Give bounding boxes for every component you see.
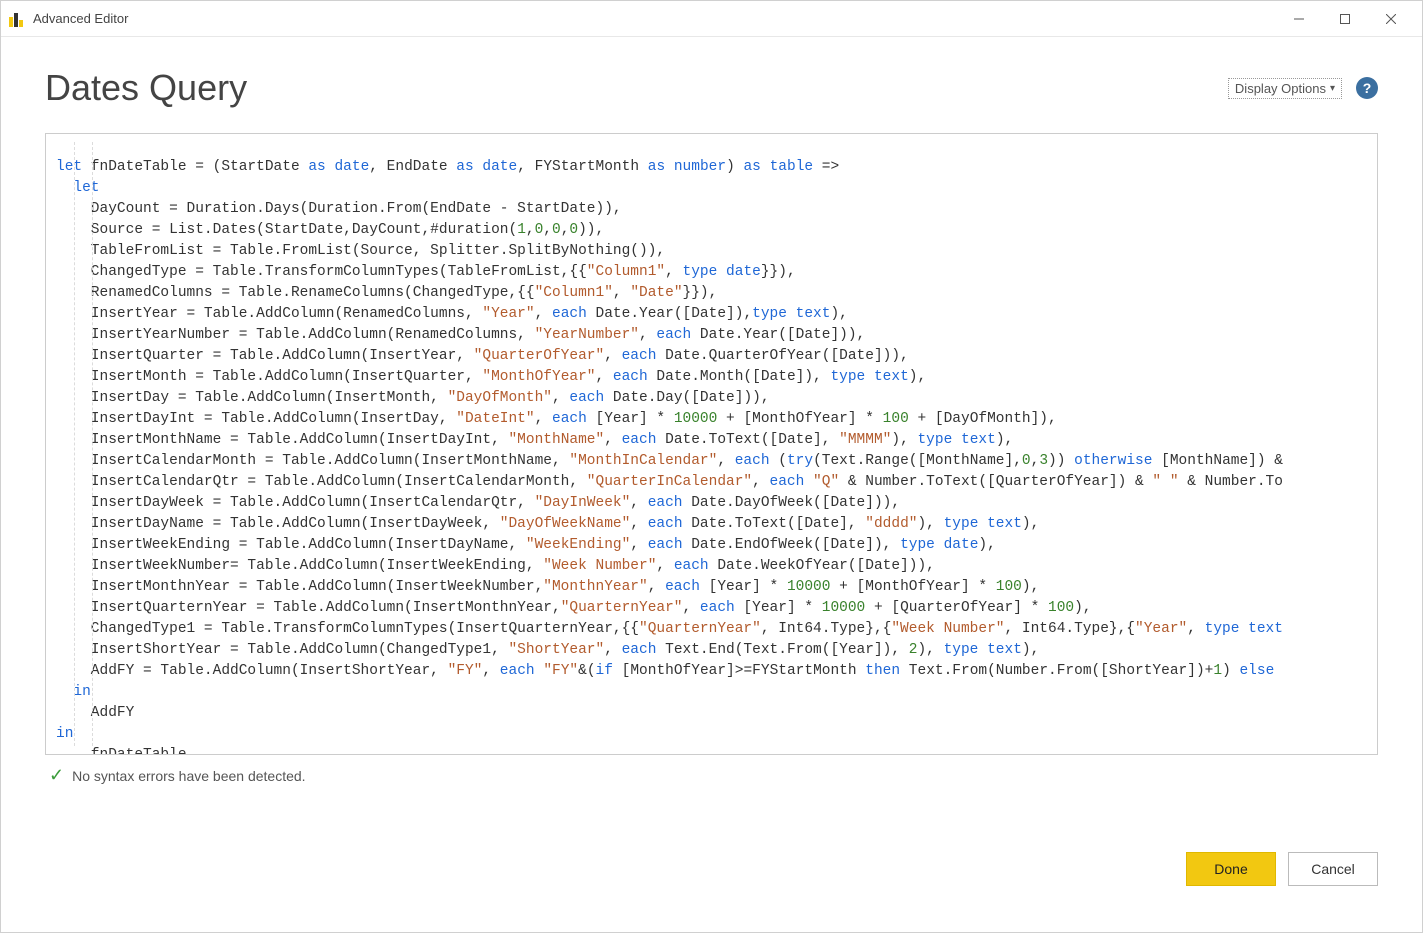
code-editor[interactable]: let fnDateTable = (StartDate as date, En… [46, 149, 1377, 756]
window-title: Advanced Editor [33, 11, 128, 26]
display-options-label: Display Options [1235, 81, 1326, 96]
help-icon: ? [1363, 80, 1372, 96]
maximize-icon [1340, 14, 1350, 24]
titlebar: Advanced Editor [1, 1, 1422, 37]
chevron-down-icon: ▾ [1330, 83, 1335, 94]
minimize-icon [1294, 14, 1304, 24]
app-logo-icon [9, 11, 25, 27]
close-icon [1386, 14, 1396, 24]
help-button[interactable]: ? [1356, 77, 1378, 99]
code-editor-container: let fnDateTable = (StartDate as date, En… [45, 133, 1378, 755]
status-bar: ✓ No syntax errors have been detected. [45, 755, 1378, 786]
display-options-dropdown[interactable]: Display Options ▾ [1228, 78, 1342, 99]
status-message: No syntax errors have been detected. [72, 768, 305, 784]
minimize-button[interactable] [1276, 3, 1322, 35]
check-icon: ✓ [49, 765, 64, 786]
done-button[interactable]: Done [1186, 852, 1276, 886]
query-title: Dates Query [45, 67, 247, 109]
cancel-button[interactable]: Cancel [1288, 852, 1378, 886]
close-button[interactable] [1368, 3, 1414, 35]
maximize-button[interactable] [1322, 3, 1368, 35]
